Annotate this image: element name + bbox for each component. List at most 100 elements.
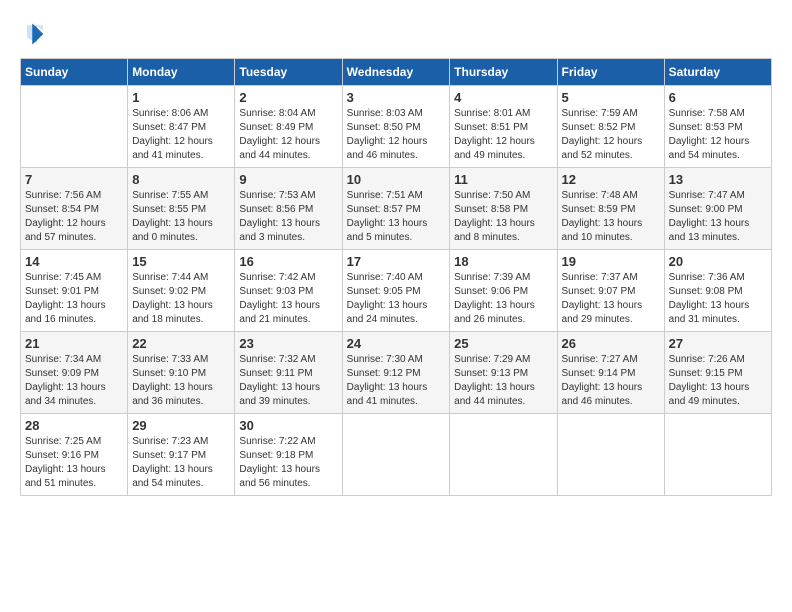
calendar-cell — [21, 86, 128, 168]
calendar-cell: 21 Sunrise: 7:34 AM Sunset: 9:09 PM Dayli… — [21, 332, 128, 414]
day-info: Sunrise: 7:55 AM Sunset: 8:55 PM Dayligh… — [132, 189, 230, 245]
calendar-cell — [450, 414, 557, 496]
day-number: 21 — [25, 336, 123, 351]
calendar-cell: 28 Sunrise: 7:25 AM Sunset: 9:16 PM Dayli… — [21, 414, 128, 496]
day-info: Sunrise: 7:40 AM Sunset: 9:05 PM Dayligh… — [347, 271, 446, 327]
calendar-header: SundayMondayTuesdayWednesdayThursdayFrid… — [21, 59, 772, 86]
calendar-cell: 26 Sunrise: 7:27 AM Sunset: 9:14 PM Dayli… — [557, 332, 664, 414]
day-number: 1 — [132, 90, 230, 105]
day-number: 12 — [562, 172, 660, 187]
calendar-cell: 12 Sunrise: 7:48 AM Sunset: 8:59 PM Dayli… — [557, 168, 664, 250]
day-number: 19 — [562, 254, 660, 269]
calendar-cell: 7 Sunrise: 7:56 AM Sunset: 8:54 PM Daylig… — [21, 168, 128, 250]
calendar-cell: 13 Sunrise: 7:47 AM Sunset: 9:00 PM Dayli… — [664, 168, 771, 250]
day-info: Sunrise: 7:39 AM Sunset: 9:06 PM Dayligh… — [454, 271, 552, 327]
day-number: 7 — [25, 172, 123, 187]
calendar-table: SundayMondayTuesdayWednesdayThursdayFrid… — [20, 58, 772, 496]
calendar-cell: 14Sunrise: 7:45 AM Sunset: 9:01 PM Dayli… — [21, 250, 128, 332]
day-number: 9 — [239, 172, 337, 187]
day-number: 20 — [669, 254, 767, 269]
day-number: 29 — [132, 418, 230, 433]
day-info: Sunrise: 7:27 AM Sunset: 9:14 PM Dayligh… — [562, 353, 660, 409]
day-header-monday: Monday — [128, 59, 235, 86]
day-number: 24 — [347, 336, 446, 351]
day-header-wednesday: Wednesday — [342, 59, 450, 86]
day-info: Sunrise: 7:34 AM Sunset: 9:09 PM Dayligh… — [25, 353, 123, 409]
day-header-friday: Friday — [557, 59, 664, 86]
day-info: Sunrise: 7:33 AM Sunset: 9:10 PM Dayligh… — [132, 353, 230, 409]
calendar-cell: 23 Sunrise: 7:32 AM Sunset: 9:11 PM Dayli… — [235, 332, 342, 414]
day-info: Sunrise: 7:26 AM Sunset: 9:15 PM Dayligh… — [669, 353, 767, 409]
day-number: 28 — [25, 418, 123, 433]
calendar-cell: 30Sunrise: 7:22 AM Sunset: 9:18 PM Dayli… — [235, 414, 342, 496]
day-info: Sunrise: 7:30 AM Sunset: 9:12 PM Dayligh… — [347, 353, 446, 409]
calendar-body: 1Sunrise: 8:06 AM Sunset: 8:47 PM Daylig… — [21, 86, 772, 496]
day-number: 18 — [454, 254, 552, 269]
day-number: 23 — [239, 336, 337, 351]
day-number: 22 — [132, 336, 230, 351]
day-info: Sunrise: 7:58 AM Sunset: 8:53 PM Dayligh… — [669, 107, 767, 163]
calendar-cell — [664, 414, 771, 496]
day-number: 6 — [669, 90, 767, 105]
day-header-tuesday: Tuesday — [235, 59, 342, 86]
calendar-cell: 19 Sunrise: 7:37 AM Sunset: 9:07 PM Dayli… — [557, 250, 664, 332]
day-number: 13 — [669, 172, 767, 187]
day-header-sunday: Sunday — [21, 59, 128, 86]
calendar-cell: 9 Sunrise: 7:53 AM Sunset: 8:56 PM Daylig… — [235, 168, 342, 250]
day-number: 8 — [132, 172, 230, 187]
calendar-week-3: 14Sunrise: 7:45 AM Sunset: 9:01 PM Dayli… — [21, 250, 772, 332]
logo — [20, 20, 52, 48]
day-info: Sunrise: 7:29 AM Sunset: 9:13 PM Dayligh… — [454, 353, 552, 409]
calendar-cell: 16Sunrise: 7:42 AM Sunset: 9:03 PM Dayli… — [235, 250, 342, 332]
day-number: 3 — [347, 90, 446, 105]
calendar-week-4: 21 Sunrise: 7:34 AM Sunset: 9:09 PM Dayli… — [21, 332, 772, 414]
calendar-cell: 17 Sunrise: 7:40 AM Sunset: 9:05 PM Dayli… — [342, 250, 450, 332]
calendar-cell: 11 Sunrise: 7:50 AM Sunset: 8:58 PM Dayli… — [450, 168, 557, 250]
calendar-cell: 5Sunrise: 7:59 AM Sunset: 8:52 PM Daylig… — [557, 86, 664, 168]
day-info: Sunrise: 7:48 AM Sunset: 8:59 PM Dayligh… — [562, 189, 660, 245]
day-number: 2 — [239, 90, 337, 105]
calendar-cell: 1Sunrise: 8:06 AM Sunset: 8:47 PM Daylig… — [128, 86, 235, 168]
day-info: Sunrise: 7:37 AM Sunset: 9:07 PM Dayligh… — [562, 271, 660, 327]
calendar-cell — [557, 414, 664, 496]
day-number: 27 — [669, 336, 767, 351]
logo-icon — [20, 20, 48, 48]
calendar-week-2: 7 Sunrise: 7:56 AM Sunset: 8:54 PM Daylig… — [21, 168, 772, 250]
day-info: Sunrise: 7:50 AM Sunset: 8:58 PM Dayligh… — [454, 189, 552, 245]
calendar-cell: 8 Sunrise: 7:55 AM Sunset: 8:55 PM Daylig… — [128, 168, 235, 250]
calendar-cell: 18 Sunrise: 7:39 AM Sunset: 9:06 PM Dayli… — [450, 250, 557, 332]
header-row: SundayMondayTuesdayWednesdayThursdayFrid… — [21, 59, 772, 86]
day-number: 11 — [454, 172, 552, 187]
day-header-thursday: Thursday — [450, 59, 557, 86]
day-info: Sunrise: 8:04 AM Sunset: 8:49 PM Dayligh… — [239, 107, 337, 163]
day-info: Sunrise: 8:03 AM Sunset: 8:50 PM Dayligh… — [347, 107, 446, 163]
day-info: Sunrise: 7:45 AM Sunset: 9:01 PM Dayligh… — [25, 271, 123, 327]
day-info: Sunrise: 8:01 AM Sunset: 8:51 PM Dayligh… — [454, 107, 552, 163]
day-header-saturday: Saturday — [664, 59, 771, 86]
day-info: Sunrise: 7:32 AM Sunset: 9:11 PM Dayligh… — [239, 353, 337, 409]
calendar-week-1: 1Sunrise: 8:06 AM Sunset: 8:47 PM Daylig… — [21, 86, 772, 168]
day-info: Sunrise: 7:56 AM Sunset: 8:54 PM Dayligh… — [25, 189, 123, 245]
calendar-cell: 24 Sunrise: 7:30 AM Sunset: 9:12 PM Dayli… — [342, 332, 450, 414]
calendar-cell: 15 Sunrise: 7:44 AM Sunset: 9:02 PM Dayli… — [128, 250, 235, 332]
day-info: Sunrise: 7:44 AM Sunset: 9:02 PM Dayligh… — [132, 271, 230, 327]
calendar-week-5: 28 Sunrise: 7:25 AM Sunset: 9:16 PM Dayli… — [21, 414, 772, 496]
day-info: Sunrise: 7:59 AM Sunset: 8:52 PM Dayligh… — [562, 107, 660, 163]
day-info: Sunrise: 7:51 AM Sunset: 8:57 PM Dayligh… — [347, 189, 446, 245]
day-number: 26 — [562, 336, 660, 351]
day-number: 17 — [347, 254, 446, 269]
calendar-cell: 6 Sunrise: 7:58 AM Sunset: 8:53 PM Daylig… — [664, 86, 771, 168]
day-number: 15 — [132, 254, 230, 269]
page-header — [20, 20, 772, 48]
calendar-cell: 27 Sunrise: 7:26 AM Sunset: 9:15 PM Dayli… — [664, 332, 771, 414]
calendar-cell — [342, 414, 450, 496]
calendar-cell: 2 Sunrise: 8:04 AM Sunset: 8:49 PM Daylig… — [235, 86, 342, 168]
day-info: Sunrise: 7:53 AM Sunset: 8:56 PM Dayligh… — [239, 189, 337, 245]
day-info: Sunrise: 7:47 AM Sunset: 9:00 PM Dayligh… — [669, 189, 767, 245]
day-info: Sunrise: 7:36 AM Sunset: 9:08 PM Dayligh… — [669, 271, 767, 327]
calendar-cell: 20 Sunrise: 7:36 AM Sunset: 9:08 PM Dayli… — [664, 250, 771, 332]
calendar-cell: 3 Sunrise: 8:03 AM Sunset: 8:50 PM Daylig… — [342, 86, 450, 168]
calendar-cell: 22 Sunrise: 7:33 AM Sunset: 9:10 PM Dayli… — [128, 332, 235, 414]
day-number: 4 — [454, 90, 552, 105]
day-info: Sunrise: 7:25 AM Sunset: 9:16 PM Dayligh… — [25, 435, 123, 491]
